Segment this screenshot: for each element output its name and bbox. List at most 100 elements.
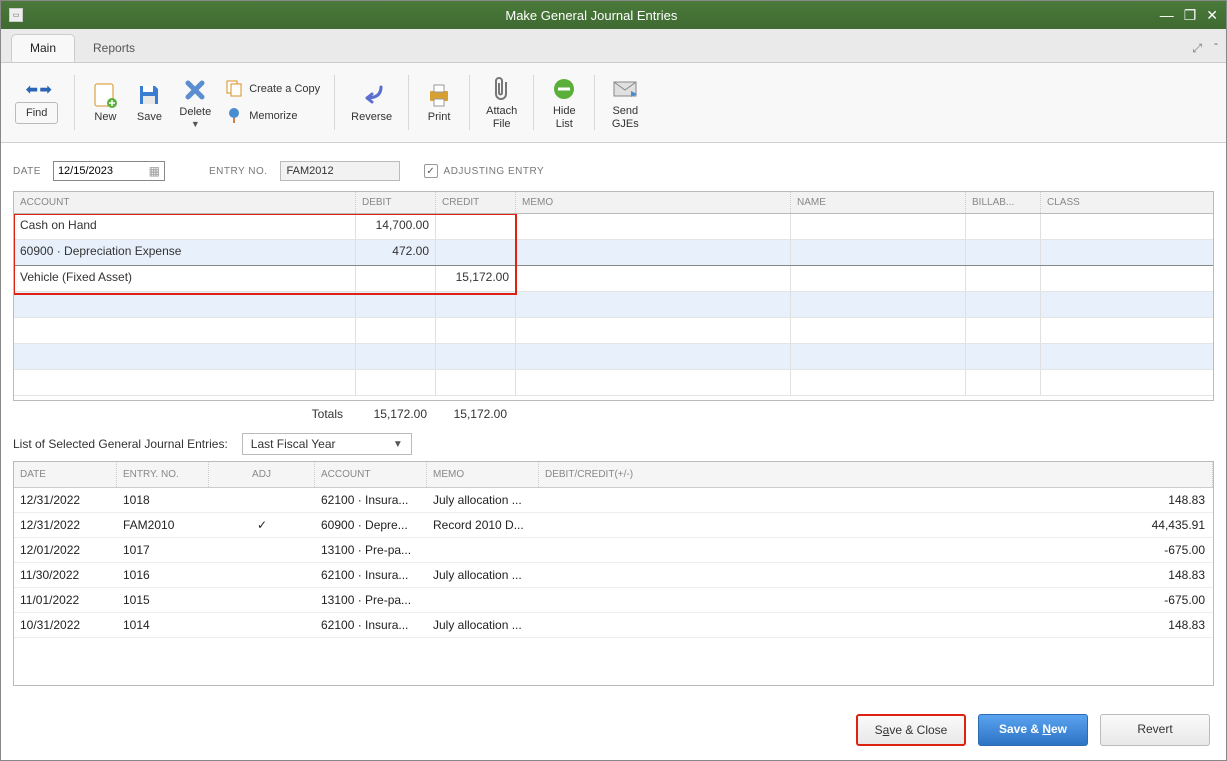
maximize-icon[interactable]: ❐	[1184, 7, 1197, 24]
tab-main[interactable]: Main	[11, 34, 75, 62]
cell-memo: Record 2010 D...	[427, 513, 539, 537]
list-filter-row: List of Selected General Journal Entries…	[1, 425, 1226, 461]
cell-account: 62100 · Insura...	[315, 488, 427, 512]
col-credit[interactable]: CREDIT	[436, 192, 516, 213]
lcol-debitcredit[interactable]: DEBIT/CREDIT(+/-)	[539, 462, 1213, 487]
collapse-icon[interactable]: ˆ	[1214, 41, 1218, 56]
cell-credit[interactable]	[436, 214, 516, 239]
list-item[interactable]: 11/30/2022101662100 · Insura...July allo…	[14, 563, 1213, 588]
lcol-memo[interactable]: MEMO	[427, 462, 539, 487]
print-button[interactable]: Print	[419, 81, 459, 124]
delete-dropdown-icon[interactable]: ▼	[191, 119, 200, 129]
new-icon	[91, 81, 119, 109]
close-icon[interactable]: ✕	[1206, 7, 1218, 24]
cell-adj	[209, 488, 315, 512]
tab-reports[interactable]: Reports	[75, 35, 153, 62]
list-item[interactable]: 10/31/2022101462100 · Insura...July allo…	[14, 613, 1213, 638]
memorize-button[interactable]: Memorize	[225, 106, 320, 127]
journal-lines-grid: ACCOUNT DEBIT CREDIT MEMO NAME BILLAB...…	[13, 191, 1214, 401]
delete-icon	[181, 76, 209, 104]
col-debit[interactable]: DEBIT	[356, 192, 436, 213]
table-row[interactable]	[14, 292, 1213, 318]
prev-arrow-icon[interactable]: ⬅	[26, 81, 38, 98]
lcol-adj[interactable]: ADJ	[209, 462, 315, 487]
cell-adj	[209, 563, 315, 587]
cell-memo: July allocation ...	[427, 563, 539, 587]
app-window: ▭ Make General Journal Entries — ❐ ✕ Mai…	[0, 0, 1227, 761]
save-and-new-button[interactable]: Save & New	[978, 714, 1088, 746]
entry-no-label: ENTRY NO.	[209, 166, 268, 177]
cell-entry: 1016	[117, 563, 209, 587]
col-name[interactable]: NAME	[791, 192, 966, 213]
totals-row: Totals 15,172.00 15,172.00	[13, 401, 1214, 425]
col-class[interactable]: CLASS	[1041, 192, 1213, 213]
entry-no-input[interactable]: FAM2012	[280, 161, 400, 181]
col-account[interactable]: ACCOUNT	[14, 192, 356, 213]
reverse-button[interactable]: Reverse	[345, 81, 398, 124]
table-row[interactable]	[14, 344, 1213, 370]
cell-debit[interactable]: 14,700.00	[356, 214, 436, 239]
list-title: List of Selected General Journal Entries…	[13, 437, 228, 451]
window-menu-icon[interactable]: ▭	[9, 8, 23, 22]
cell-debit[interactable]	[356, 266, 436, 291]
save-and-close-button[interactable]: Save & Close	[856, 714, 966, 746]
list-item[interactable]: 12/31/2022FAM2010✓60900 · Depre...Record…	[14, 513, 1213, 538]
period-filter-select[interactable]: Last Fiscal Year ▼	[242, 433, 412, 455]
cell-account[interactable]: Vehicle (Fixed Asset)	[14, 266, 356, 291]
cell-account: 62100 · Insura...	[315, 613, 427, 637]
table-row[interactable]: Vehicle (Fixed Asset) 15,172.00	[14, 266, 1213, 292]
calendar-icon[interactable]: ▦	[149, 164, 160, 178]
next-arrow-icon[interactable]: ➡	[40, 81, 52, 98]
new-button[interactable]: New	[85, 81, 125, 124]
list-item[interactable]: 11/01/2022101513100 · Pre-pa...-675.00	[14, 588, 1213, 613]
cell-memo	[427, 588, 539, 612]
cell-credit[interactable]: 15,172.00	[436, 266, 516, 291]
cell-entry: 1018	[117, 488, 209, 512]
minimize-icon[interactable]: —	[1160, 7, 1174, 24]
create-copy-button[interactable]: Create a Copy	[225, 79, 320, 100]
send-gjes-button[interactable]: Send GJEs	[605, 75, 645, 131]
filter-value: Last Fiscal Year	[251, 437, 336, 451]
cell-account: 62100 · Insura...	[315, 563, 427, 587]
date-text[interactable]	[58, 165, 138, 177]
memorize-pin-icon	[225, 106, 243, 127]
cell-memo: July allocation ...	[427, 613, 539, 637]
titlebar: ▭ Make General Journal Entries — ❐ ✕	[1, 1, 1226, 29]
cell-adj	[209, 538, 315, 562]
adjusting-entry-checkbox[interactable]: ✓ ADJUSTING ENTRY	[424, 164, 545, 178]
lcol-date[interactable]: DATE	[14, 462, 117, 487]
table-row[interactable]: Cash on Hand 14,700.00	[14, 214, 1213, 240]
gje-list-body[interactable]: 12/31/2022101862100 · Insura...July allo…	[14, 488, 1213, 685]
gje-list-grid: DATE ENTRY. NO. ADJ ACCOUNT MEMO DEBIT/C…	[13, 461, 1214, 686]
cell-debitcredit: -675.00	[539, 588, 1213, 612]
cell-debitcredit: 148.83	[539, 613, 1213, 637]
lcol-account[interactable]: ACCOUNT	[315, 462, 427, 487]
cell-debit[interactable]: 472.00	[356, 240, 436, 265]
col-memo[interactable]: MEMO	[516, 192, 791, 213]
cell-memo: July allocation ...	[427, 488, 539, 512]
list-item[interactable]: 12/31/2022101862100 · Insura...July allo…	[14, 488, 1213, 513]
table-row[interactable]	[14, 318, 1213, 344]
remove-circle-icon	[550, 75, 578, 103]
save-button[interactable]: Save	[129, 81, 169, 124]
cell-date: 11/01/2022	[14, 588, 117, 612]
total-debit: 15,172.00	[355, 407, 435, 421]
col-billable[interactable]: BILLAB...	[966, 192, 1041, 213]
lcol-entry[interactable]: ENTRY. NO.	[117, 462, 209, 487]
date-input[interactable]: ▦	[53, 161, 165, 181]
cell-date: 12/31/2022	[14, 513, 117, 537]
list-item[interactable]: 12/01/2022101713100 · Pre-pa...-675.00	[14, 538, 1213, 563]
journal-lines-body[interactable]: Cash on Hand 14,700.00 60900 · Depreciat…	[14, 214, 1213, 400]
date-label: DATE	[13, 166, 41, 177]
attach-file-button[interactable]: Attach File	[480, 75, 523, 131]
table-row[interactable]: 60900 · Depreciation Expense 472.00	[14, 240, 1213, 266]
cell-account[interactable]: Cash on Hand	[14, 214, 356, 239]
find-button[interactable]: Find	[15, 102, 58, 124]
expand-icon[interactable]: ⤢	[1192, 41, 1202, 56]
hide-list-button[interactable]: Hide List	[544, 75, 584, 131]
revert-button[interactable]: Revert	[1100, 714, 1210, 746]
table-row[interactable]	[14, 370, 1213, 396]
delete-button[interactable]: Delete ▼	[173, 76, 217, 129]
cell-credit[interactable]	[436, 240, 516, 265]
cell-account[interactable]: 60900 · Depreciation Expense	[14, 240, 356, 265]
